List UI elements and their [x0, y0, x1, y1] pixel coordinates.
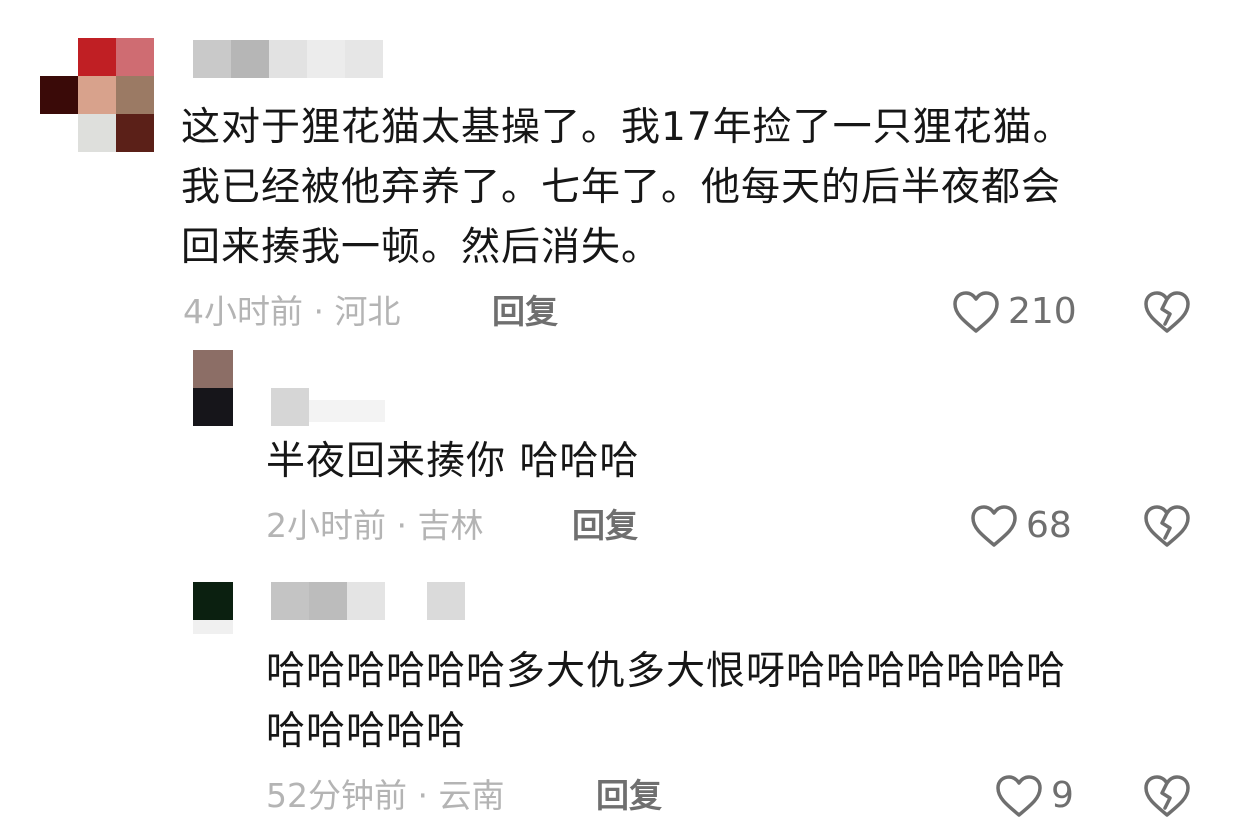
reply-button[interactable]: 回复 [596, 776, 662, 816]
comment-time: 2小时前 [266, 506, 386, 545]
username-redacted[interactable] [193, 40, 389, 78]
comment-text: 这对于狸花猫太基操了。我17年捡了一只狸花猫。 我已经被他弃养了。七年了。他每天… [181, 105, 1073, 270]
comment-location: 河北 [334, 292, 401, 331]
meta-separator: · [407, 776, 439, 815]
reply-button[interactable]: 回复 [492, 292, 558, 332]
comment-meta: 52分钟前 · 云南 [266, 776, 504, 816]
comment-time: 52分钟前 [266, 776, 407, 815]
broken-heart-icon [1143, 290, 1191, 334]
like-button[interactable]: 9 [995, 774, 1074, 818]
like-count: 68 [1026, 505, 1072, 546]
broken-heart-icon [1143, 504, 1191, 548]
username-redacted[interactable] [271, 582, 467, 620]
heart-outline-icon [952, 290, 1000, 334]
dislike-button[interactable] [1143, 774, 1191, 818]
comment-location: 云南 [438, 776, 505, 815]
comment-text: 哈哈哈哈哈哈多大仇多大恨呀哈哈哈哈哈哈哈 哈哈哈哈哈 [266, 649, 1067, 754]
avatar[interactable] [38, 38, 156, 156]
meta-separator: · [386, 506, 418, 545]
comment-location: 吉林 [417, 506, 484, 545]
comment-meta: 2小时前 · 吉林 [266, 506, 483, 546]
avatar[interactable] [193, 582, 233, 642]
reply-button[interactable]: 回复 [572, 506, 638, 546]
dislike-button[interactable] [1143, 504, 1191, 548]
like-button[interactable]: 210 [952, 290, 1077, 334]
username-redacted[interactable] [271, 388, 391, 426]
broken-heart-icon [1143, 774, 1191, 818]
like-button[interactable]: 68 [970, 504, 1072, 548]
comment-text: 半夜回来揍你 哈哈哈 [266, 439, 640, 484]
meta-separator: · [303, 292, 335, 331]
comment-meta: 4小时前 · 河北 [183, 292, 400, 332]
like-count: 9 [1051, 775, 1074, 816]
like-count: 210 [1008, 291, 1077, 332]
avatar[interactable] [193, 350, 233, 426]
heart-outline-icon [995, 774, 1043, 818]
comment-time: 4小时前 [183, 292, 303, 331]
heart-outline-icon [970, 504, 1018, 548]
dislike-button[interactable] [1143, 290, 1191, 334]
